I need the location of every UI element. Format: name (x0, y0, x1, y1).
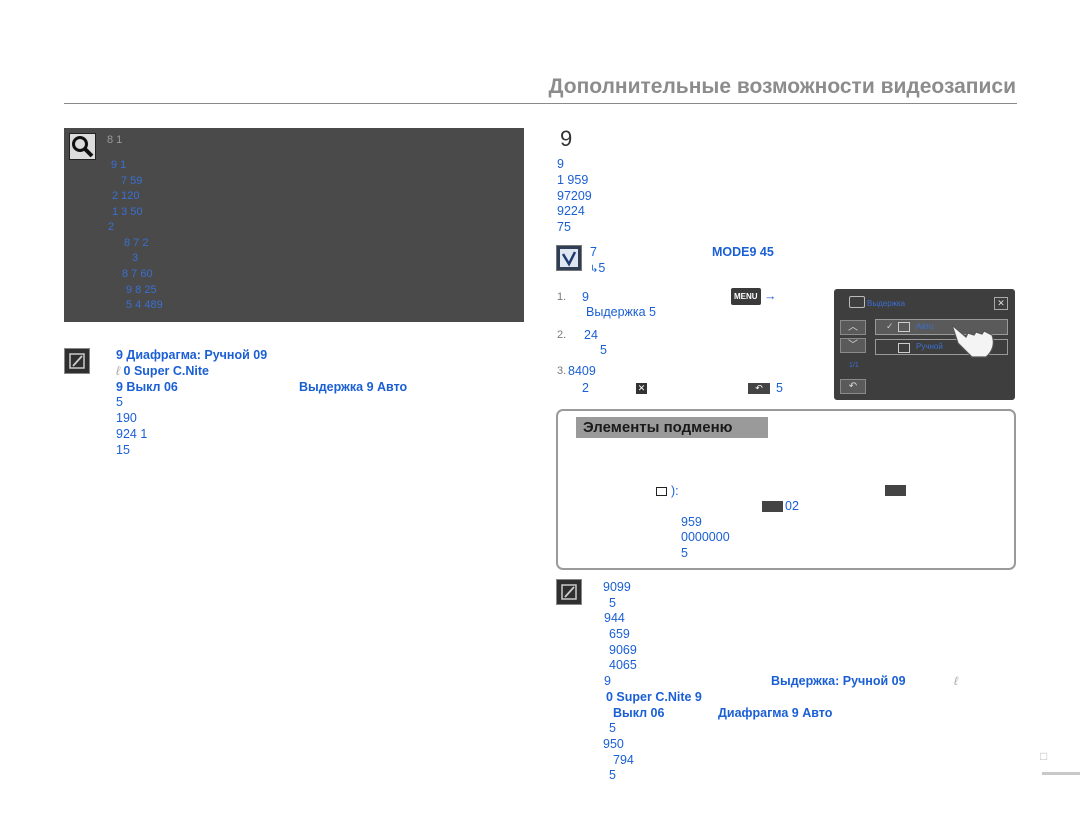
note-icon (556, 579, 582, 605)
step-text: 5 (776, 381, 783, 395)
submenu-text: 5 (681, 546, 688, 560)
step-text: 5 (600, 343, 607, 357)
note-line: Выдержка 9 Авто (299, 380, 408, 394)
step-text: 2 (582, 381, 589, 395)
camera-icon (849, 296, 865, 308)
note-line: 0 Super C.Nite 9 (606, 690, 702, 704)
submenu-text: 0000000 (681, 530, 730, 544)
note-line: 924 1 (116, 427, 148, 441)
header-divider (64, 103, 1017, 104)
check-line: ↳5 (590, 261, 605, 277)
close-button[interactable]: ✕ (994, 297, 1008, 310)
step-menu: MENU → (731, 288, 777, 305)
info-box-head: 8 1 (107, 134, 123, 146)
info-line: 7 59 (121, 175, 143, 187)
check-icon (556, 245, 582, 271)
info-line: 5 4 489 (126, 299, 163, 311)
back-button[interactable]: ↶ (840, 379, 866, 394)
super-cnite-label: 0 Super C.Nite (123, 364, 209, 378)
note-line: 9069 (609, 643, 637, 657)
info-line: 9 8 25 (126, 284, 157, 296)
close-icon: ✕ (636, 383, 647, 394)
note-line: 15 (116, 443, 130, 457)
step-number: 2. (557, 329, 567, 341)
page-number-glyph: □ (1040, 749, 1048, 763)
note-line: 5 (116, 395, 123, 409)
scroll-up-button[interactable]: ︿ (840, 320, 866, 335)
intro-line: 1 959 (557, 173, 589, 187)
note-line: 659 (609, 627, 630, 641)
info-box: 8 1 9 1 7 59 2 120 1 3 50 2 8 7 2 3 8 7 … (64, 128, 524, 322)
check-mark-icon: ✓ (886, 321, 894, 331)
shutter-auto-icon (885, 485, 906, 496)
mode-label: MODE9 45 (712, 245, 774, 259)
submenu-text: 02 (785, 499, 799, 513)
shutter-menu-panel: Выдержка ✕ ︿ ﹀ Авто ✓ Ручной 1/1 ↶ (834, 289, 1015, 400)
intro-line: 75 (557, 220, 571, 234)
footer-bar (1042, 772, 1080, 775)
info-line: 2 (108, 221, 115, 233)
shutter-setting-icon (762, 501, 783, 512)
arrow-icon: → (764, 288, 777, 303)
hand-pointer-icon (950, 323, 994, 358)
info-line: 9 1 (111, 159, 127, 171)
page-title: Дополнительные возможности видеозаписи (548, 75, 1016, 98)
back-icon: ↶ (748, 383, 770, 394)
note-line: 5 (609, 596, 616, 610)
scroll-down-button[interactable]: ﹀ (840, 338, 866, 353)
note-line: 190 (116, 411, 137, 425)
note-line: Выкл 06 (613, 706, 665, 720)
italic-l-glyph: ℓ (954, 674, 958, 688)
menu-button-icon: MENU (731, 288, 761, 305)
step-text: 8409 (568, 364, 596, 378)
intro-line: 97209 (557, 189, 592, 203)
note-line: 5 (609, 768, 616, 782)
check-line: 7 (590, 245, 597, 259)
intro-line: 9 (557, 157, 564, 171)
note-line: Диафрагма 9 Авто (718, 706, 833, 720)
info-line: 2 120 (112, 190, 140, 202)
info-line: 8 7 60 (122, 268, 153, 280)
note-line: ℓ 0 Super C.Nite (116, 364, 209, 378)
section-number: 9 (560, 126, 573, 151)
note-line: Выдержка: Ручной 09 (771, 674, 906, 688)
page-indicator: 1/1 (849, 362, 859, 369)
panel-title: Выдержка (867, 299, 906, 308)
step-number: 1. (557, 291, 567, 303)
info-line: 3 (132, 252, 139, 264)
submenu-text: ): (671, 484, 679, 498)
note-line: 794 (613, 753, 634, 767)
option-label: Ручной (916, 342, 943, 351)
shutter-icon (898, 322, 910, 332)
step-text: Выдержка 5 (586, 305, 657, 319)
step-text: 24 (584, 328, 598, 342)
step-text: 9 (582, 290, 589, 304)
note-line: 5 (609, 721, 616, 735)
note-line: 950 (603, 737, 624, 751)
submenu-text: 959 (681, 515, 702, 529)
info-line: 1 3 50 (112, 206, 143, 218)
note-line: 4065 (609, 658, 637, 672)
note-line: 944 (604, 611, 625, 625)
step-number: 3. (557, 365, 567, 377)
info-line: 8 7 2 (124, 237, 149, 249)
note-icon (64, 348, 90, 374)
check-line-text: 5 (598, 261, 606, 275)
submenu-heading: Элементы подменю (576, 417, 768, 438)
note-line: 9 Диафрагма: Ручной 09 (116, 348, 268, 362)
note-line: 9099 (603, 580, 631, 594)
note-line: 9 Выкл 06 (116, 380, 178, 394)
magnifier-icon (69, 133, 96, 160)
intro-line: 9224 (557, 204, 585, 218)
shutter-icon (898, 343, 910, 353)
shutter-manual-icon (656, 487, 667, 496)
option-label: Авто (916, 322, 934, 331)
note-line: 9 (604, 674, 611, 688)
